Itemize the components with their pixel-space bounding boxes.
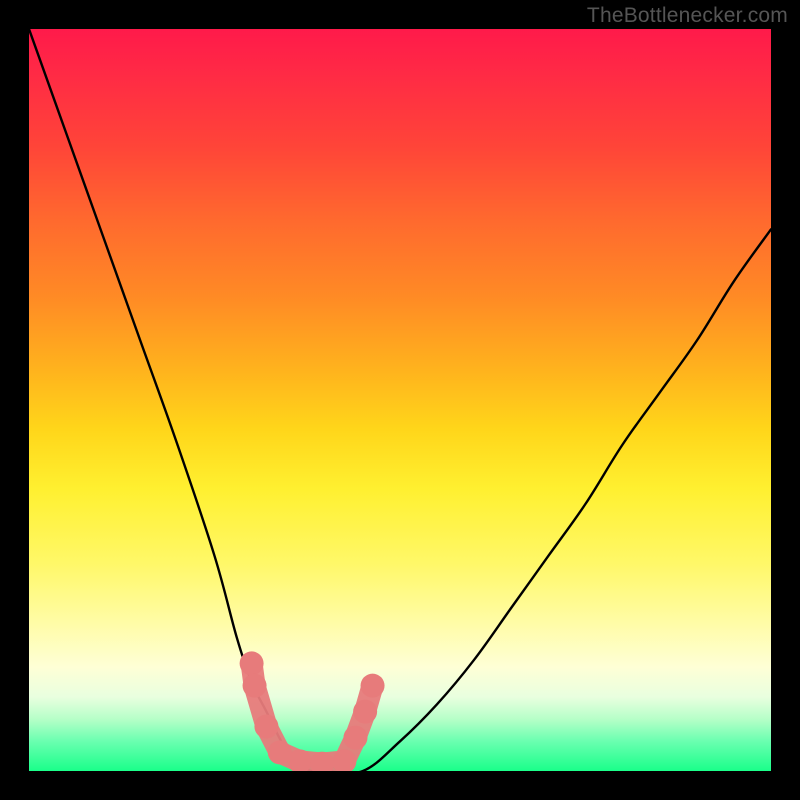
marker-dot <box>361 674 385 698</box>
bottleneck-curve-line <box>29 29 771 771</box>
bottleneck-curve-svg <box>29 29 771 771</box>
marker-dot <box>343 726 367 750</box>
plot-area <box>29 29 771 771</box>
marker-dot <box>254 714 278 738</box>
marker-dot <box>243 674 267 698</box>
marker-dot <box>353 700 377 724</box>
watermark-text: TheBottlenecker.com <box>587 4 788 28</box>
marker-dot <box>240 651 264 675</box>
chart-frame: TheBottlenecker.com <box>0 0 800 800</box>
